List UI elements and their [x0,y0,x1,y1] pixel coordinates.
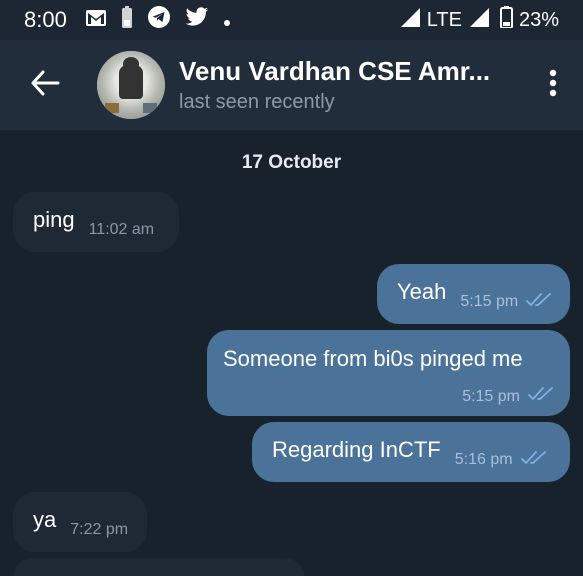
message-text: Yeah [397,279,447,304]
status-time: 8:00 [24,7,67,32]
last-seen-status: last seen recently [179,91,335,113]
message-meta: 5:15 pm [223,386,554,407]
back-button[interactable] [0,40,90,130]
read-ticks-icon [526,292,552,313]
battery-alert-icon [121,6,133,34]
message-text: ping [33,207,75,232]
message-time: 11:02 am [88,221,155,238]
message-text: ya [33,507,57,532]
chat-title: Venu Vardhan CSE Amr... [179,56,491,86]
avatar-detail [105,103,119,113]
date-separator: 17 October [241,152,342,173]
incoming-message[interactable]: ya 7:22 pm [13,492,147,552]
arrow-back-icon [30,70,60,101]
status-bar: 8:00 LTE 23% [0,0,583,40]
chat-title-area[interactable]: Venu Vardhan CSE Amr... last seen recent… [179,56,523,114]
dot-icon [223,7,231,33]
telegram-icon [147,5,171,35]
message-time: 7:22 pm [70,521,129,538]
more-options-button[interactable] [523,40,583,130]
twitter-icon [185,7,209,33]
incoming-message[interactable]: ping 11:02 am [13,192,179,252]
signal-icon-2 [468,6,490,34]
read-ticks-icon [520,450,547,471]
message-text: Someone from bi0s pinged me [223,346,523,371]
message-time: 5:16 pm [454,451,513,468]
avatar-detail [143,103,157,113]
battery-icon [499,6,513,34]
incoming-message-partial[interactable] [13,558,305,576]
notification-icons [85,5,231,35]
message-text: Regarding InCTF [272,437,441,462]
outgoing-message[interactable]: Someone from bi0s pinged me 5:15 pm [207,330,570,416]
network-type: LTE [426,8,462,31]
gmail-icon [85,7,107,33]
chat-header: Venu Vardhan CSE Amr... last seen recent… [0,40,583,130]
signal-icon [399,6,421,34]
avatar-figure [119,57,143,99]
read-ticks-icon [528,386,554,407]
more-vert-icon [549,69,557,102]
battery-percent: 23% [518,8,559,31]
message-time: 5:15 pm [460,293,519,310]
outgoing-message[interactable]: Yeah 5:15 pm [377,264,570,324]
avatar[interactable] [97,51,165,119]
message-list[interactable]: 17 October ping 11:02 am Yeah 5:15 pm So… [0,130,583,576]
message-time: 5:15 pm [462,387,520,405]
outgoing-message[interactable]: Regarding InCTF 5:16 pm [252,422,570,482]
system-status: LTE 23% [399,6,559,34]
